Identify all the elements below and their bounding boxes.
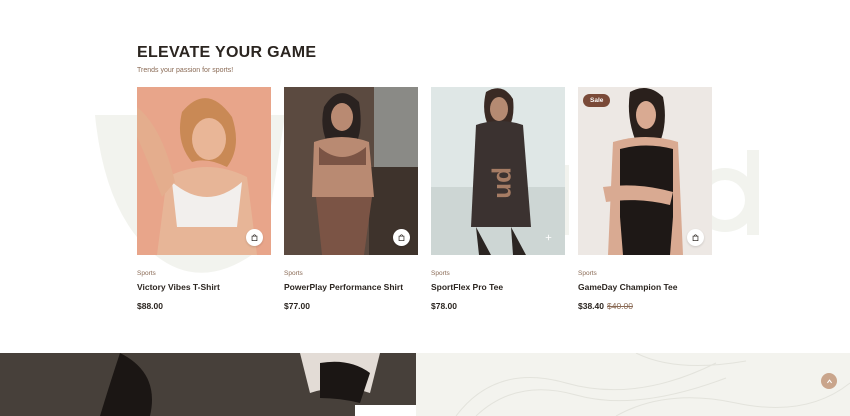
product-category[interactable]: Sports [284,270,418,277]
chevron-up-icon [826,378,832,383]
product-price: $77.00 [284,301,418,311]
section-header: ELEVATE YOUR GAME Trends your passion fo… [137,44,717,74]
promo-banner-pattern [416,353,850,416]
scroll-to-top-button[interactable] [821,373,837,389]
plus-icon [545,234,552,241]
section-subtitle: Trends your passion for sports! [137,67,234,74]
product-name[interactable]: SportFlex Pro Tee [431,282,565,292]
product-name[interactable]: GameDay Champion Tee [578,282,712,292]
add-to-cart-button[interactable] [393,229,410,246]
product-image[interactable] [137,87,271,255]
product-name[interactable]: Victory Vibes T-Shirt [137,282,271,292]
product-image[interactable]: pn [431,87,565,255]
product-name[interactable]: PowerPlay Performance Shirt [284,282,418,292]
product-current-price: $88.00 [137,301,163,311]
product-category[interactable]: Sports [578,270,712,277]
product-category[interactable]: Sports [137,270,271,277]
product-image[interactable]: Sale [578,87,712,255]
section-title: ELEVATE YOUR GAME [137,44,317,61]
product-grid: Sports Victory Vibes T-Shirt $88.00 Spor… [137,87,712,311]
product-current-price: $38.40 [578,301,604,311]
product-current-price: $78.00 [431,301,457,311]
topographic-pattern [455,353,850,416]
product-card[interactable]: Sports Victory Vibes T-Shirt $88.00 [137,87,271,311]
product-image[interactable] [284,87,418,255]
add-to-cart-button[interactable] [246,229,263,246]
product-old-price: $40.00 [607,301,633,311]
promo-banner-image [0,353,416,416]
product-card[interactable]: Sports PowerPlay Performance Shirt $77.0… [284,87,418,311]
add-to-cart-button[interactable] [540,229,557,246]
product-price: $88.00 [137,301,271,311]
shopping-bag-icon [398,234,405,241]
sale-badge: Sale [583,94,611,107]
shopping-bag-icon [692,234,699,241]
product-price: $38.40 $40.00 [578,301,712,311]
product-card[interactable]: pn Sports SportFlex Pro Tee $78.00 [431,87,565,311]
product-card[interactable]: Sale Sports GameDay Champion Tee $38.40 $… [578,87,712,311]
shopping-bag-icon [251,234,258,241]
product-current-price: $77.00 [284,301,310,311]
add-to-cart-button[interactable] [687,229,704,246]
svg-text:pn: pn [491,167,521,199]
banner-photo [0,353,416,416]
product-price: $78.00 [431,301,565,311]
product-category[interactable]: Sports [431,270,565,277]
